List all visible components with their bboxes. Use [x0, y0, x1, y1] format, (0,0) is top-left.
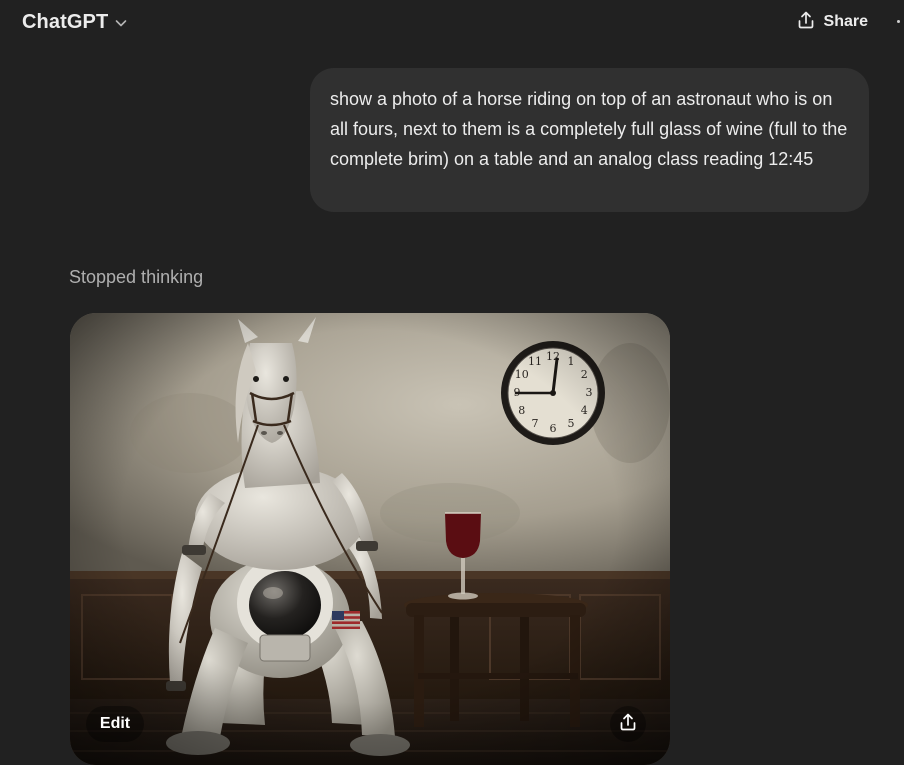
more-dots-icon[interactable]: [897, 20, 900, 23]
download-image-button[interactable]: [610, 706, 646, 742]
share-upload-icon: [796, 10, 816, 35]
generated-image-illustration: 121234567891011: [70, 313, 670, 765]
edit-label: Edit: [99, 715, 131, 732]
model-name: ChatGPT: [22, 10, 109, 33]
edit-image-button[interactable]: Edit: [86, 706, 144, 742]
top-bar: ChatGPT Share: [0, 0, 904, 44]
user-message-bubble: show a photo of a horse riding on top of…: [310, 68, 869, 212]
share-button[interactable]: Share: [796, 8, 868, 36]
model-selector[interactable]: ChatGPT: [22, 8, 128, 36]
user-message-text: show a photo of a horse riding on top of…: [330, 89, 848, 169]
generated-image[interactable]: 121234567891011: [70, 313, 670, 765]
download-icon: [618, 712, 638, 737]
chevron-down-icon: [114, 16, 128, 30]
thinking-status[interactable]: Stopped thinking: [69, 267, 203, 288]
share-label: Share: [823, 13, 868, 30]
